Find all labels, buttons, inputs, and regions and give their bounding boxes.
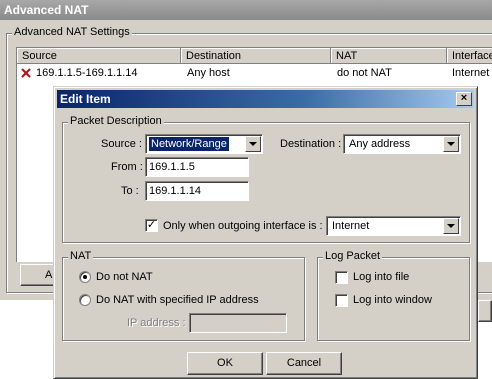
ip-address-label: IP address : — [127, 317, 186, 329]
row-nat: do not NAT — [337, 67, 392, 79]
row-source: 169.1.1.5-169.1.1.14 — [36, 67, 138, 79]
row-interface: Internet — [452, 67, 490, 79]
log-into-window-checkbox[interactable] — [335, 294, 348, 307]
do-not-nat-radio[interactable] — [79, 271, 91, 283]
column-header-nat[interactable]: NAT — [331, 48, 447, 64]
outgoing-interface-label: Only when outgoing interface is : — [163, 220, 323, 232]
from-field[interactable]: 169.1.1.5 — [145, 157, 249, 177]
to-field[interactable]: 169.1.1.14 — [145, 181, 249, 201]
log-into-window-label: Log into window — [353, 294, 432, 306]
edit-item-dialog: Edit Item × Packet Description Source : … — [53, 86, 478, 379]
destination-label: Destination : — [280, 138, 342, 150]
column-header-destination[interactable]: Destination — [181, 48, 331, 64]
ip-address-field[interactable] — [189, 313, 287, 333]
source-select[interactable]: Network/Range — [145, 134, 263, 154]
destination-value: Any address — [349, 138, 411, 150]
dialog-title: Edit Item — [60, 92, 111, 106]
destination-select[interactable]: Any address — [343, 134, 461, 154]
log-packet-group-title: Log Packet — [323, 250, 383, 262]
chevron-down-icon[interactable] — [443, 136, 459, 152]
close-window-button-partial[interactable] — [478, 300, 492, 322]
chevron-down-icon[interactable] — [443, 218, 459, 234]
group-title: Advanced NAT Settings — [12, 26, 132, 38]
source-label: Source : — [101, 138, 142, 150]
column-header-interface[interactable]: Interface — [447, 48, 492, 64]
ok-button[interactable]: OK — [187, 352, 263, 375]
red-x-icon — [21, 68, 31, 78]
do-nat-label: Do NAT with specified IP address — [96, 294, 259, 306]
window-titlebar: Advanced NAT — [0, 0, 492, 20]
nat-group-title: NAT — [68, 250, 94, 262]
dialog-titlebar: Edit Item × — [57, 90, 474, 108]
add-button-label: A — [45, 269, 53, 281]
cancel-button[interactable]: Cancel — [266, 352, 342, 375]
column-header-source[interactable]: Source — [17, 48, 181, 64]
close-button[interactable]: × — [456, 92, 472, 106]
outgoing-interface-checkbox[interactable]: ✓ — [145, 219, 158, 232]
log-into-file-checkbox[interactable] — [335, 271, 348, 284]
to-label: To : — [121, 185, 139, 197]
chevron-down-icon[interactable] — [245, 136, 261, 152]
close-icon: × — [460, 92, 468, 104]
from-label: From : — [111, 161, 143, 173]
do-nat-radio[interactable] — [79, 294, 91, 306]
table-row[interactable]: 169.1.1.5-169.1.1.14 Any host do not NAT… — [17, 65, 492, 81]
outgoing-interface-select[interactable]: Internet — [326, 216, 461, 236]
source-value: Network/Range — [148, 136, 230, 152]
log-into-file-label: Log into file — [353, 271, 410, 283]
do-not-nat-label: Do not NAT — [96, 271, 153, 283]
check-icon: ✓ — [146, 219, 157, 231]
row-destination: Any host — [187, 67, 230, 79]
packet-description-title: Packet Description — [68, 115, 164, 127]
outgoing-interface-value: Internet — [332, 220, 370, 232]
